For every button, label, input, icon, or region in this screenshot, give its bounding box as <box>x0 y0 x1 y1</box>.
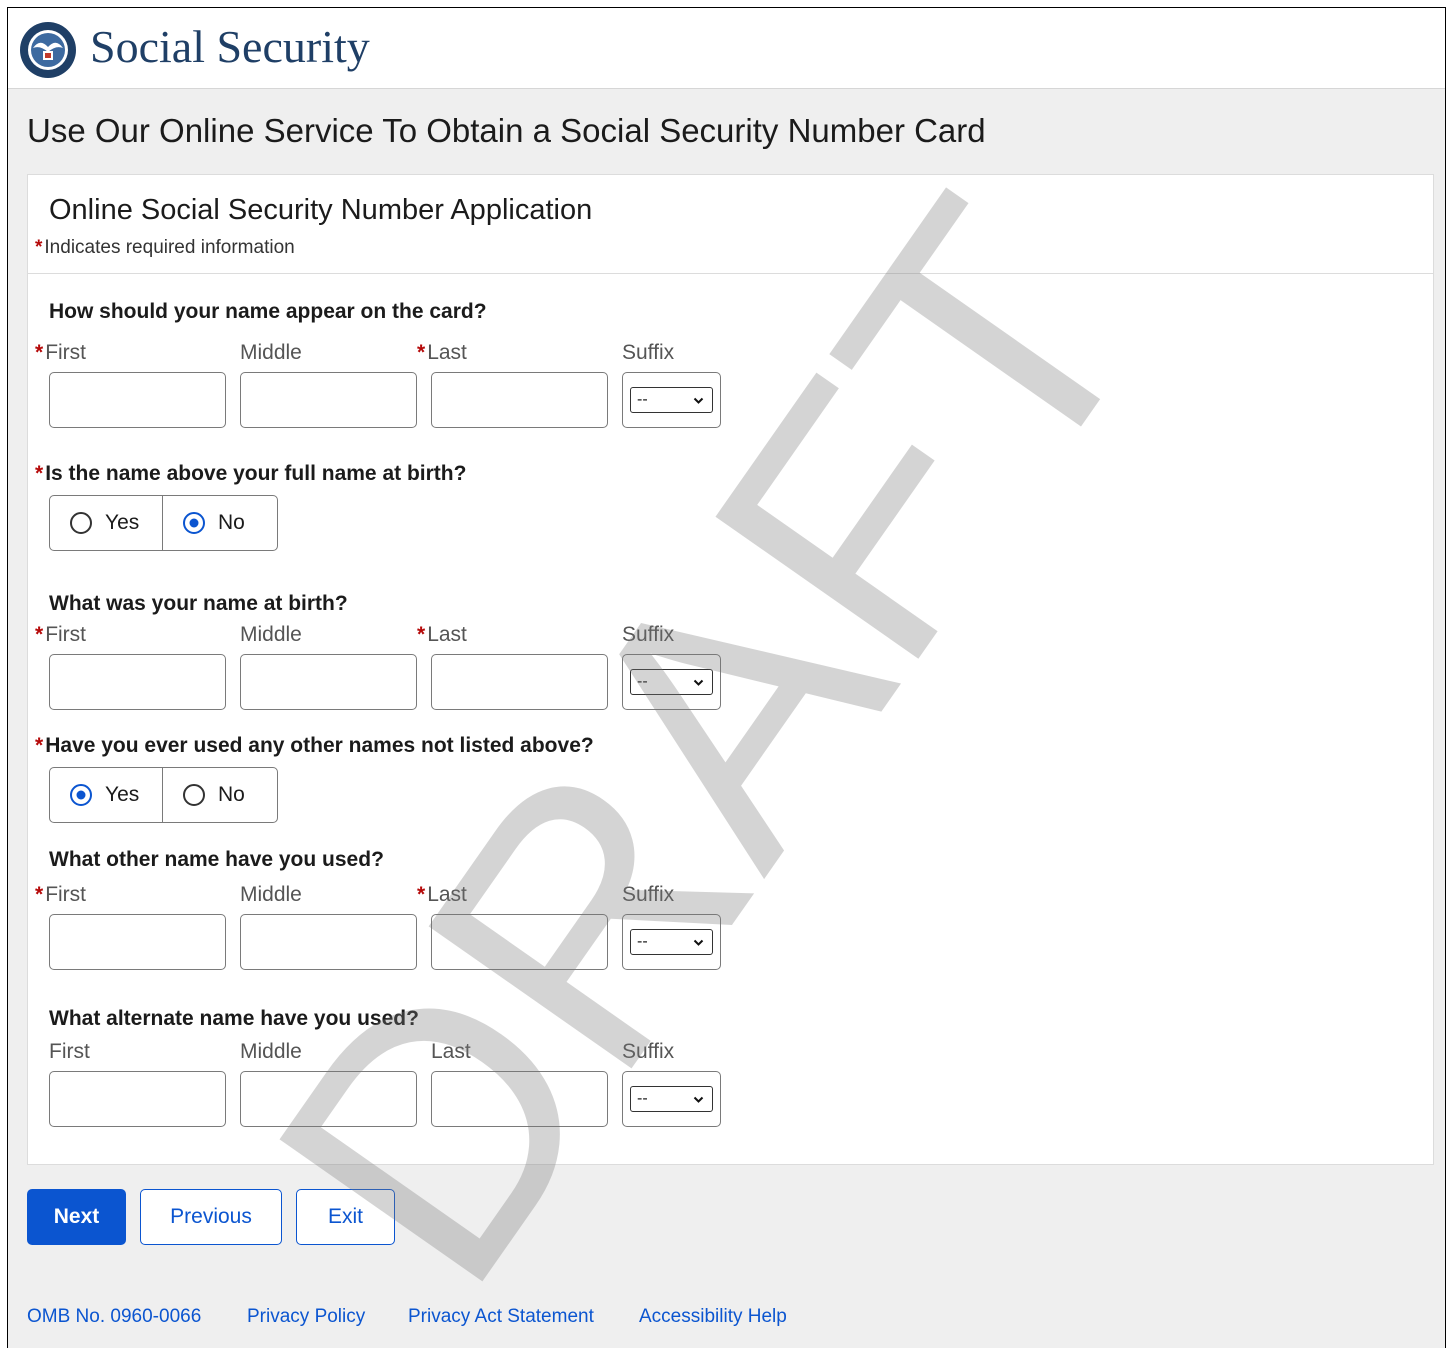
name-at-birth-question: What was your name at birth? <box>49 592 348 615</box>
application-panel: Online Social Security Number Applicatio… <box>27 174 1434 1165</box>
birth-name-yes-option[interactable]: Yes <box>50 496 163 550</box>
other-suffix-select[interactable]: -- <box>630 929 713 955</box>
alternate-last-label: Last <box>431 1040 471 1063</box>
other-names-radio-group: Yes No <box>49 767 278 823</box>
other-suffix-field: -- <box>622 914 721 970</box>
page-frame: Social Security Use Our Online Service T… <box>7 7 1446 1350</box>
other-middle-label: Middle <box>240 883 302 906</box>
alternate-name-question: What alternate name have you used? <box>49 1007 419 1030</box>
alternate-first-input[interactable] <box>49 1071 226 1127</box>
omb-number-link[interactable]: OMB No. 0960-0066 <box>27 1306 201 1328</box>
privacy-act-link[interactable]: Privacy Act Statement <box>408 1306 594 1328</box>
birth-last-input[interactable] <box>431 654 608 710</box>
other-name-question: What other name have you used? <box>49 848 384 871</box>
other-names-question: *Have you ever used any other names not … <box>35 734 594 757</box>
card-suffix-field: -- <box>622 372 721 428</box>
chevron-down-icon <box>693 1096 704 1103</box>
required-marker: * <box>35 237 43 258</box>
birth-suffix-select[interactable]: -- <box>630 669 713 695</box>
birth-middle-input[interactable] <box>240 654 417 710</box>
birth-name-yes-label: Yes <box>105 511 140 534</box>
birth-name-no-option[interactable]: No <box>163 496 277 550</box>
chevron-down-icon <box>693 679 704 686</box>
other-names-yes-option[interactable]: Yes <box>50 768 163 822</box>
birth-suffix-field: -- <box>622 654 721 710</box>
alternate-middle-input[interactable] <box>240 1071 417 1127</box>
other-last-input[interactable] <box>431 914 608 970</box>
birth-first-input[interactable] <box>49 654 226 710</box>
card-middle-input[interactable] <box>240 372 417 428</box>
required-note: * Indicates required information <box>35 237 295 259</box>
page-title: Use Our Online Service To Obtain a Socia… <box>27 112 986 149</box>
radio-checked-icon[interactable] <box>69 783 93 807</box>
radio-checked-icon[interactable] <box>182 511 206 535</box>
card-last-input[interactable] <box>431 372 608 428</box>
card-last-label: *Last <box>417 341 467 364</box>
alternate-suffix-value: -- <box>637 1090 648 1107</box>
other-suffix-value: -- <box>637 933 648 950</box>
other-names-yes-label: Yes <box>105 783 140 806</box>
card-suffix-select[interactable]: -- <box>630 387 713 413</box>
birth-name-no-label: No <box>218 511 245 534</box>
accessibility-help-link[interactable]: Accessibility Help <box>639 1306 787 1328</box>
required-note-text: Indicates required information <box>44 237 295 258</box>
alternate-middle-label: Middle <box>240 1040 302 1063</box>
exit-button[interactable]: Exit <box>296 1189 395 1245</box>
site-header: Social Security <box>8 8 1445 89</box>
card-first-input[interactable] <box>49 372 226 428</box>
privacy-policy-link[interactable]: Privacy Policy <box>247 1306 365 1328</box>
chevron-down-icon <box>693 397 704 404</box>
panel-header: Online Social Security Number Applicatio… <box>28 175 1433 274</box>
card-first-label: *First <box>35 341 87 364</box>
other-first-label: *First <box>35 883 87 906</box>
birth-middle-label: Middle <box>240 623 302 646</box>
birth-name-radio-group: Yes No <box>49 495 278 551</box>
birth-first-label: *First <box>35 623 87 646</box>
birth-last-label: *Last <box>417 623 467 646</box>
other-first-input[interactable] <box>49 914 226 970</box>
other-names-no-option[interactable]: No <box>163 768 277 822</box>
chevron-down-icon <box>693 939 704 946</box>
other-suffix-label: Suffix <box>622 883 675 906</box>
birth-name-question: *Is the name above your full name at bir… <box>35 462 467 485</box>
other-middle-input[interactable] <box>240 914 417 970</box>
birth-suffix-value: -- <box>637 673 648 690</box>
card-suffix-value: -- <box>637 391 648 408</box>
next-button[interactable]: Next <box>27 1189 126 1245</box>
ssa-seal-icon <box>20 22 76 78</box>
brand-name: Social Security <box>90 21 370 72</box>
card-suffix-label: Suffix <box>622 341 675 364</box>
alternate-first-label: First <box>49 1040 90 1063</box>
other-last-label: *Last <box>417 883 467 906</box>
alternate-suffix-select[interactable]: -- <box>630 1086 713 1112</box>
alternate-last-input[interactable] <box>431 1071 608 1127</box>
form-title: Online Social Security Number Applicatio… <box>49 194 593 226</box>
alternate-suffix-field: -- <box>622 1071 721 1127</box>
card-name-question: How should your name appear on the card? <box>49 300 487 323</box>
radio-unchecked-icon[interactable] <box>182 783 206 807</box>
radio-unchecked-icon[interactable] <box>69 511 93 535</box>
card-middle-label: Middle <box>240 341 302 364</box>
birth-suffix-label: Suffix <box>622 623 675 646</box>
previous-button[interactable]: Previous <box>140 1189 282 1245</box>
other-names-no-label: No <box>218 783 245 806</box>
alternate-suffix-label: Suffix <box>622 1040 675 1063</box>
